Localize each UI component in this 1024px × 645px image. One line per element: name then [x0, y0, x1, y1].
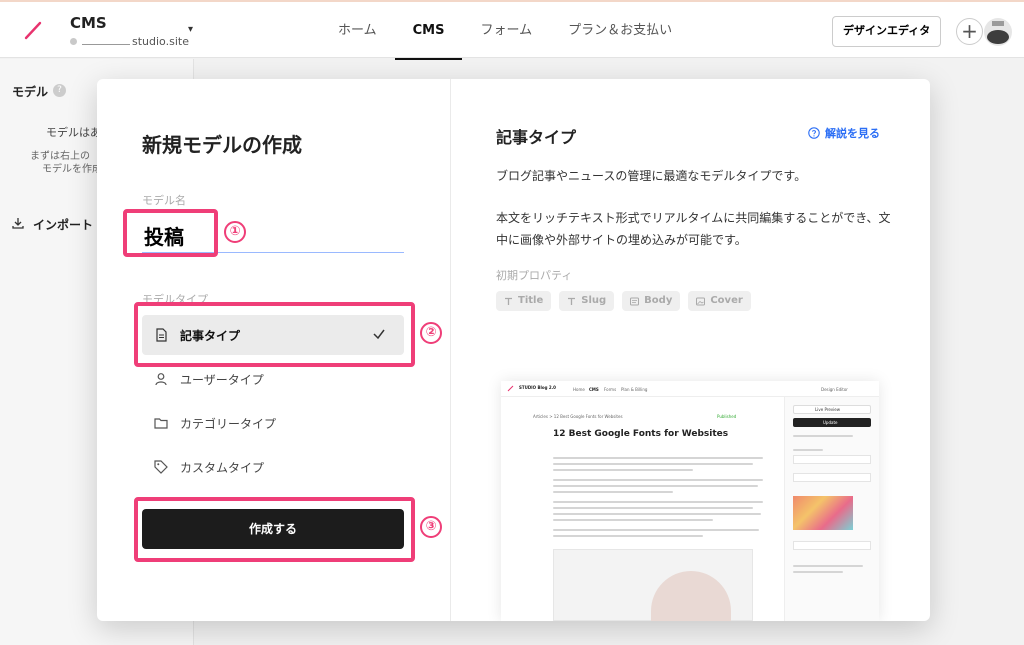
annotation-1: ①: [224, 221, 246, 243]
preview-tab: Home: [573, 387, 585, 392]
detail-title: 記事タイプ: [496, 128, 577, 147]
help-icon[interactable]: ?: [53, 84, 66, 97]
annotation-2: ②: [420, 322, 442, 344]
status-dot-icon: [70, 38, 77, 45]
annotation-3: ③: [420, 516, 442, 538]
tab-form[interactable]: フォーム: [462, 2, 550, 60]
main-nav: ホーム CMS フォーム プラン＆お支払い: [320, 2, 690, 60]
preview-tab: CMS: [589, 387, 599, 392]
preview-text-line: [553, 463, 753, 465]
prop-chip-label: Body: [644, 295, 673, 306]
design-editor-button[interactable]: デザインエディタ: [832, 16, 942, 47]
site-url-text: studio.site: [132, 35, 189, 48]
type-option-label: カテゴリータイプ: [180, 416, 277, 431]
prop-chip-label: Title: [518, 295, 544, 306]
preview-text-line: [553, 479, 763, 481]
top-bar: CMS studio.site ▾ ホーム CMS フォーム プラン＆お支払い …: [0, 0, 1024, 60]
tab-home[interactable]: ホーム: [320, 2, 395, 60]
prop-chip-cover: Cover: [688, 291, 751, 311]
chevron-down-icon[interactable]: ▾: [188, 24, 193, 35]
preview-text-line: [553, 485, 758, 487]
preview-author-field: [793, 541, 871, 550]
preview-design-editor: Design Editor: [821, 387, 848, 392]
preview-text-line: [553, 491, 673, 493]
preview-update-label: Update: [823, 420, 838, 425]
add-member-button[interactable]: +: [956, 18, 983, 45]
preview-status: Published: [717, 414, 737, 419]
rich-text-icon: [630, 297, 640, 305]
preview-text-line: [553, 507, 753, 509]
article-preview-image: STUDIO Blog 2.0 Home CMS Forms Plan & Bi…: [501, 381, 879, 621]
preview-heading: 12 Best Google Fonts for Websites: [553, 429, 729, 439]
preview-meta-line: [793, 435, 853, 437]
prop-chip-title: Title: [496, 291, 552, 311]
prop-chip-slug: Slug: [559, 291, 615, 311]
preview-live-label: Live Preview: [815, 407, 841, 412]
property-chips: Title Slug Body Cover: [496, 291, 759, 311]
preview-text-line: [553, 501, 763, 503]
preview-meta-line: [793, 565, 863, 567]
preview-text-line: [553, 457, 763, 459]
type-option-custom[interactable]: カスタムタイプ: [142, 447, 404, 487]
import-icon: [12, 218, 24, 229]
preview-slug-field: [793, 455, 871, 464]
create-model-dialog: 新規モデルの作成 モデル名 モデルタイプ 記事タイプ ユーザータイプ カテゴリー…: [97, 79, 930, 621]
preview-text-line: [553, 535, 703, 537]
preview-tab: Plan & Billing: [621, 387, 648, 392]
text-icon: [568, 297, 576, 305]
tag-icon: [154, 460, 168, 474]
prop-chip-label: Slug: [581, 295, 607, 306]
highlight-create: [134, 497, 415, 562]
sidebar-note-2: モデルを作成: [42, 164, 102, 175]
help-link-label: 解説を見る: [825, 127, 880, 140]
preview-text-line: [553, 529, 759, 531]
folder-icon: [154, 418, 168, 429]
preview-text-line: [553, 469, 693, 471]
site-url: studio.site: [70, 35, 189, 48]
help-link[interactable]: 解説を見る: [808, 125, 880, 141]
url-blank: [82, 36, 130, 45]
image-icon: [696, 297, 706, 305]
preview-category-field: [793, 473, 871, 482]
dialog-divider: [450, 79, 451, 621]
question-circle-icon: [808, 127, 820, 139]
type-option-label: カスタムタイプ: [180, 460, 265, 475]
preview-cover-image: [793, 496, 853, 530]
site-name[interactable]: CMS: [70, 14, 107, 32]
sidebar-empty-text: モデルはあ: [46, 126, 101, 139]
preview-meta-line: [793, 449, 823, 451]
preview-meta-line: [793, 571, 843, 573]
preview-breadcrumb: Articles > 12 Best Google Fonts for Webs…: [533, 414, 623, 419]
import-button[interactable]: インポート: [33, 216, 93, 233]
type-option-label: ユーザータイプ: [180, 372, 264, 387]
text-icon: [505, 297, 512, 305]
detail-description-1: ブログ記事やニュースの管理に最適なモデルタイプです。: [496, 169, 807, 183]
preview-text-line: [553, 513, 761, 515]
preview-logo-icon: [507, 385, 514, 392]
preview-tab: Forms: [604, 387, 617, 392]
tab-cms[interactable]: CMS: [394, 2, 463, 60]
preview-blog-name: STUDIO Blog 2.0: [519, 385, 556, 390]
preview-sidebar: Live Preview Update: [784, 397, 879, 621]
prop-chip-body: Body: [622, 291, 681, 311]
user-icon: [155, 373, 167, 386]
detail-description-2: 本文をリッチテキスト形式でリアルタイムに共同編集することができ、文中に画像や外部…: [496, 211, 891, 247]
prop-chip-label: Cover: [710, 295, 743, 306]
highlight-type: [134, 302, 415, 367]
studio-logo-icon[interactable]: [22, 19, 44, 41]
initial-properties-label: 初期プロパティ: [496, 269, 573, 282]
sidebar-title: モデル: [12, 85, 49, 99]
avatar[interactable]: [983, 17, 1013, 47]
preview-text-line: [553, 519, 713, 521]
highlight-name: [123, 209, 218, 257]
type-option-category[interactable]: カテゴリータイプ: [142, 403, 404, 443]
tab-plan[interactable]: プラン＆お支払い: [550, 2, 690, 60]
dialog-title: 新規モデルの作成: [142, 133, 302, 157]
model-name-label: モデル名: [142, 194, 186, 207]
